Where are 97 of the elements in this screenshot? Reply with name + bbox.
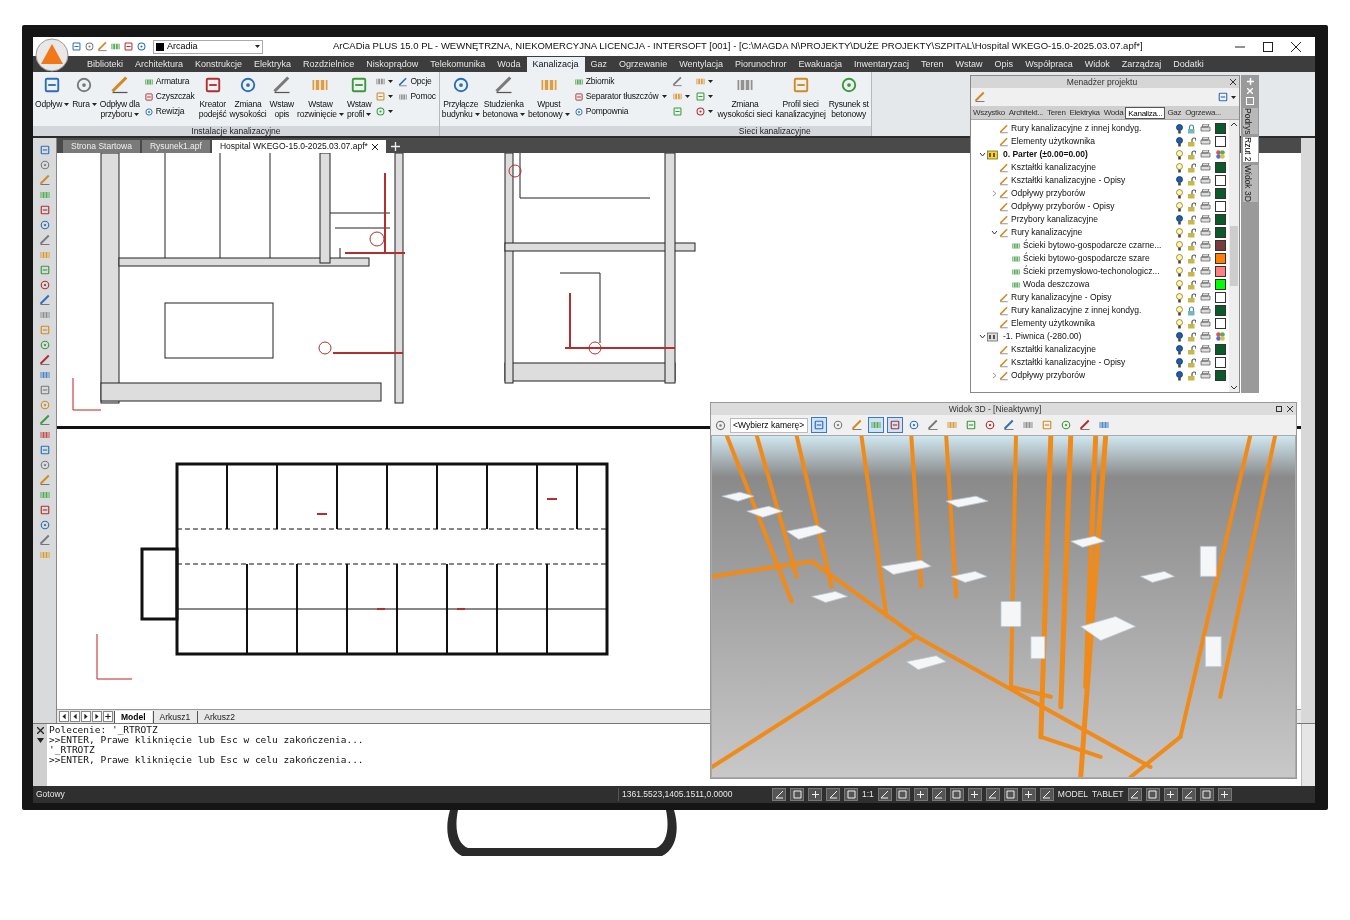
tree-item[interactable]: Odpływy przyborów	[1011, 187, 1086, 200]
menu-tab[interactable]: Kanalizacja	[526, 57, 585, 72]
side-tab[interactable]: Rzut 2	[1242, 137, 1258, 163]
ribbon-button[interactable]: Zmiana wysokości sieci	[716, 72, 774, 126]
tree-item[interactable]: Odpływy przyborów	[1011, 369, 1086, 382]
panel-tab[interactable]: Ogrzewa...	[1183, 107, 1223, 119]
tree-item[interactable]: Ścieki przemysłowo-techonologicz...	[1023, 265, 1160, 278]
ribbon-button[interactable]: Rewizja	[143, 106, 195, 117]
layout-tab[interactable]: Arkusz1	[152, 710, 197, 723]
ribbon-button[interactable]: Separator tłuszczów	[573, 91, 668, 102]
menu-tab[interactable]: Opis	[988, 57, 1020, 72]
ribbon-button[interactable]: Wpust betonowy	[526, 72, 571, 126]
tree-item[interactable]: 0. Parter (±0.00=0.00)	[1003, 148, 1088, 161]
side-tab[interactable]: Podrys	[1242, 108, 1258, 135]
layer-dropdown[interactable]: Arcadia	[153, 39, 263, 54]
ribbon-button[interactable]: Wstaw opis	[268, 72, 296, 126]
tree-item[interactable]: Elementy użytkownika	[1011, 135, 1096, 148]
ribbon-button[interactable]: Zmiana wysokości	[228, 72, 268, 126]
panel-tab[interactable]: Gaz	[1165, 107, 1184, 119]
document-tab[interactable]: Hospital WKEGO-15.0-2025.03.07.apf*	[211, 140, 386, 153]
tree-item[interactable]: Rury kanalizacyjne - Opisy	[1011, 291, 1112, 304]
tree-item[interactable]: Kształtki kanalizacyjne	[1011, 343, 1097, 356]
ribbon-button[interactable]: Studzienka betonowa	[481, 72, 526, 126]
menu-tab[interactable]: Ogrzewanie	[613, 57, 674, 72]
menu-tab[interactable]: Telekomunika	[424, 57, 492, 72]
panel-tab[interactable]: Kanaliza...	[1125, 107, 1166, 119]
ribbon-button[interactable]: Armatura	[143, 76, 195, 87]
command-line: Polecenie: '_RTROTZ	[49, 725, 158, 735]
ribbon-button[interactable]: Opcje	[398, 76, 436, 87]
status-toggle[interactable]: MODEL	[1057, 788, 1089, 801]
tree-item[interactable]: Kształtki kanalizacyjne - Opisy	[1011, 356, 1126, 369]
status-toggle[interactable]: 1:1	[862, 788, 874, 801]
panel-tab[interactable]: Wszystko	[971, 107, 1007, 119]
tree-item[interactable]: Rury kanalizacyjne z innej kondyg.	[1011, 304, 1142, 317]
panel-tab[interactable]: Woda	[1101, 107, 1126, 119]
menu-tab[interactable]: Współpraca	[1019, 57, 1079, 72]
ribbon-button[interactable]: Wstaw profil	[345, 72, 373, 126]
menu-tab[interactable]: Dodatki	[1167, 57, 1210, 72]
tree-item[interactable]: Ścieki bytowo-gospodarcze szare	[1023, 252, 1150, 265]
menu-tab[interactable]: Widok	[1078, 57, 1116, 72]
coordinates-readout: 1361.5523,1405.1511,0.0000	[618, 788, 768, 801]
command-line: '_RTROTZ	[49, 745, 96, 755]
ribbon-button[interactable]: Odpływ	[34, 72, 71, 126]
ribbon-button[interactable]: Czyszczak	[143, 91, 195, 102]
camera-dropdown[interactable]: <Wybierz kamerę>	[730, 417, 808, 433]
menu-tab[interactable]: Niskoprądow	[360, 57, 425, 72]
tree-item[interactable]: Elementy użytkownika	[1011, 317, 1096, 330]
panel-tab[interactable]: Teren	[1045, 107, 1068, 119]
menu-tab[interactable]: Konstrukcje	[189, 57, 249, 72]
tree-item[interactable]: Woda deszczowa	[1023, 278, 1090, 291]
tree-item[interactable]: Przybory kanalizacyjne	[1011, 213, 1098, 226]
menu-tab[interactable]: Wentylacja	[673, 57, 729, 72]
ribbon-button[interactable]: Zbiornik	[573, 76, 668, 87]
layout-tab[interactable]: Model	[114, 710, 152, 723]
ribbon-button[interactable]: Przyłącze budynku	[440, 72, 481, 126]
panel-title: Menadżer projektu	[1065, 75, 1139, 89]
menu-tab[interactable]: Teren	[915, 57, 950, 72]
ribbon-group-title: Instalacje kanalizacyjne	[33, 126, 439, 136]
ribbon-button[interactable]: Rysunek st betonowy	[827, 72, 870, 126]
ribbon-button[interactable]: Odpływ dla przyboru	[98, 72, 141, 126]
status-toggle[interactable]: TABLET	[1092, 788, 1124, 801]
menu-tab[interactable]: Elektryka	[248, 57, 298, 72]
document-tab[interactable]: Rysunek1.apf	[141, 140, 210, 153]
menu-tab[interactable]: Ewakuacja	[792, 57, 849, 72]
status-text: Gotowy	[35, 788, 66, 801]
command-line: >>ENTER, Prawe kliknięcie lub Esc w celu zakończenia...	[49, 735, 365, 745]
tree-item[interactable]: Odpływy przyborów - Opisy	[1011, 200, 1115, 213]
menu-tab[interactable]: Inwentaryzacj	[848, 57, 916, 72]
menu-tab[interactable]: Woda	[491, 57, 527, 72]
window-title: Widok 3D - [Nieaktywny]	[947, 402, 1043, 416]
ribbon-button[interactable]: Pompownia	[573, 106, 668, 117]
tree-item[interactable]: Kształtki kanalizacyjne	[1011, 161, 1097, 174]
document-tab[interactable]: Strona Startowa	[63, 140, 140, 153]
tree-item[interactable]: Rury kanalizacyjne z innej kondyg.	[1011, 122, 1142, 135]
panel-tab[interactable]: Architekt...	[1006, 107, 1046, 119]
layout-tab[interactable]: Arkusz2	[197, 710, 241, 723]
menu-tab[interactable]: Gaz	[584, 57, 614, 72]
tree-item[interactable]: -1. Piwnica (-280.00)	[1003, 330, 1082, 343]
menu-tab[interactable]: Rozdzielnice	[297, 57, 361, 72]
window-title: ArCADia PLUS 15.0 PL - WEWNĘTRZNA, NIEKOMERCYJNA LICENCJA - INTERSOFT [001] - [C:\MAGDA N\PROJEKTY\DUŻE PROJEKTY\SZPITAL\Hospital WKEGO-15.0-2025.03.07.apf*]	[333, 39, 1143, 54]
panel-tab[interactable]: Elektryka	[1067, 107, 1102, 119]
menu-tab[interactable]: Piorunochror	[729, 57, 793, 72]
ribbon-button[interactable]: Pomoc	[398, 91, 436, 102]
tree-item[interactable]: Ścieki bytowo-gospodarcze czarne...	[1023, 239, 1162, 252]
command-line: >>ENTER, Prawe kliknięcie lub Esc w celu zakończenia...	[49, 755, 365, 765]
side-tab[interactable]: Widok 3D	[1242, 165, 1258, 202]
ribbon-button[interactable]: Kreator podejść	[197, 72, 228, 126]
tree-item[interactable]: Kształtki kanalizacyjne - Opisy	[1011, 174, 1126, 187]
ribbon-button[interactable]: Wstaw rozwinięcie	[296, 72, 345, 126]
ribbon-group-title: Sieci kanalizacyjne	[439, 126, 871, 136]
tree-item[interactable]: Rury kanalizacyjne	[1011, 226, 1083, 239]
menu-tab[interactable]: Biblioteki	[81, 57, 130, 72]
menu-tab[interactable]: Architektura	[129, 57, 190, 72]
menu-tab[interactable]: Zarządzaj	[1115, 57, 1168, 72]
menu-tab[interactable]: Wstaw	[949, 57, 989, 72]
ribbon-button[interactable]: Profil sieci kanalizacyjnej	[774, 72, 827, 126]
ribbon-button[interactable]: Rura	[71, 72, 98, 126]
